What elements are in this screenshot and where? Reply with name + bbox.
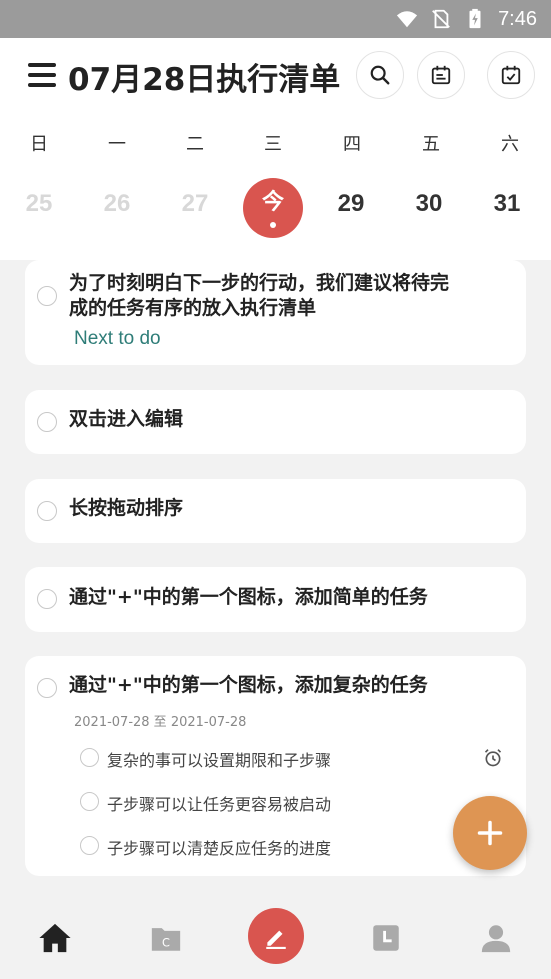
no-sim-icon: [432, 9, 450, 29]
battery-charging-icon: [469, 8, 481, 29]
task-card-1[interactable]: 为了时刻明白下一步的行动，我们建议将待完 成的任务有序的放入执行清单 Next …: [25, 260, 526, 365]
subtask-checkbox[interactable]: [80, 792, 99, 811]
date-29[interactable]: 29: [321, 178, 381, 238]
add-button[interactable]: [453, 796, 527, 870]
wifi-icon: [396, 11, 418, 28]
task-title-line1: 为了时刻明白下一步的行动，我们建议将待完: [69, 272, 450, 294]
task-title-line2: 成的任务有序的放入执行清单: [69, 297, 317, 319]
today-dot: [270, 222, 276, 228]
task-checkbox[interactable]: [37, 286, 57, 306]
weekday-sun: 日: [30, 134, 48, 155]
status-time: 7:46: [498, 7, 537, 30]
bottom-nav: C: [0, 900, 551, 979]
task-checkbox[interactable]: [37, 589, 57, 609]
task-title: 通过"+"中的第一个图标，添加简单的任务: [69, 586, 428, 608]
alarm-icon[interactable]: [483, 748, 503, 768]
task-card-4[interactable]: 通过"+"中的第一个图标，添加简单的任务: [25, 567, 526, 632]
subtask-text: 复杂的事可以设置期限和子步骤: [107, 751, 332, 770]
weekday-fri: 五: [422, 134, 440, 155]
weekday-sat: 六: [501, 134, 519, 155]
date-26[interactable]: 26: [87, 178, 147, 238]
nav-profile[interactable]: [476, 918, 516, 958]
subtask-checkbox[interactable]: [80, 748, 99, 767]
task-card-3[interactable]: 长按拖动排序: [25, 479, 526, 543]
task-checkbox[interactable]: [37, 412, 57, 432]
nav-clock[interactable]: [366, 918, 406, 958]
date-today[interactable]: 今: [243, 178, 303, 238]
header: 07月28日执行清单 日 一 二 三 四 五 六 25 26 27 今 29 3…: [0, 38, 551, 260]
task-title: 通过"+"中的第一个图标，添加复杂的任务: [69, 674, 428, 696]
search-icon: [370, 65, 390, 85]
calendar-check-icon: [501, 65, 521, 85]
task-title: 长按拖动排序: [69, 497, 184, 519]
status-bar: 7:46: [0, 0, 551, 38]
weekday-tue: 二: [186, 134, 204, 155]
today-label: 今: [261, 190, 284, 215]
search-button[interactable]: [356, 51, 404, 99]
subtask-checkbox[interactable]: [80, 836, 99, 855]
calendar-button[interactable]: [417, 51, 465, 99]
home-icon: [39, 923, 71, 953]
task-checkbox[interactable]: [37, 501, 57, 521]
task-checkbox[interactable]: [37, 678, 57, 698]
subtask-text: 子步骤可以清楚反应任务的进度: [107, 839, 332, 858]
nav-folder[interactable]: C: [146, 918, 186, 958]
nav-home[interactable]: [35, 918, 75, 958]
date-31[interactable]: 31: [477, 178, 537, 238]
calendar-icon: [431, 65, 451, 85]
clock-icon: [373, 925, 399, 951]
subtask-text: 子步骤可以让任务更容易被启动: [107, 795, 332, 814]
date-25[interactable]: 25: [9, 178, 69, 238]
task-tag[interactable]: Next to do: [74, 328, 161, 350]
svg-text:C: C: [162, 936, 170, 950]
nav-edit[interactable]: [248, 908, 304, 964]
pencil-icon: [266, 930, 286, 949]
top-bar: 07月28日执行清单: [0, 38, 551, 114]
task-card-2[interactable]: 双击进入编辑: [25, 390, 526, 454]
menu-icon[interactable]: [28, 63, 56, 87]
weekday-wed: 三: [264, 134, 282, 155]
task-card-5[interactable]: 通过"+"中的第一个图标，添加复杂的任务 2021-07-28 至 2021-0…: [25, 656, 526, 876]
page-title: 07月28日执行清单: [68, 62, 341, 98]
folder-icon: C: [151, 928, 181, 951]
date-30[interactable]: 30: [399, 178, 459, 238]
weekday-mon: 一: [108, 134, 126, 155]
task-date-range: 2021-07-28 至 2021-07-28: [74, 715, 247, 730]
weekday-thu: 四: [343, 134, 361, 155]
date-27[interactable]: 27: [165, 178, 225, 238]
date-row: 25 26 27 今 29 30 31: [0, 178, 551, 242]
plus-icon: [477, 820, 503, 846]
weekday-row: 日 一 二 三 四 五 六: [0, 130, 551, 160]
task-title: 双击进入编辑: [69, 408, 184, 430]
schedule-button[interactable]: [487, 51, 535, 99]
user-icon: [481, 925, 511, 953]
